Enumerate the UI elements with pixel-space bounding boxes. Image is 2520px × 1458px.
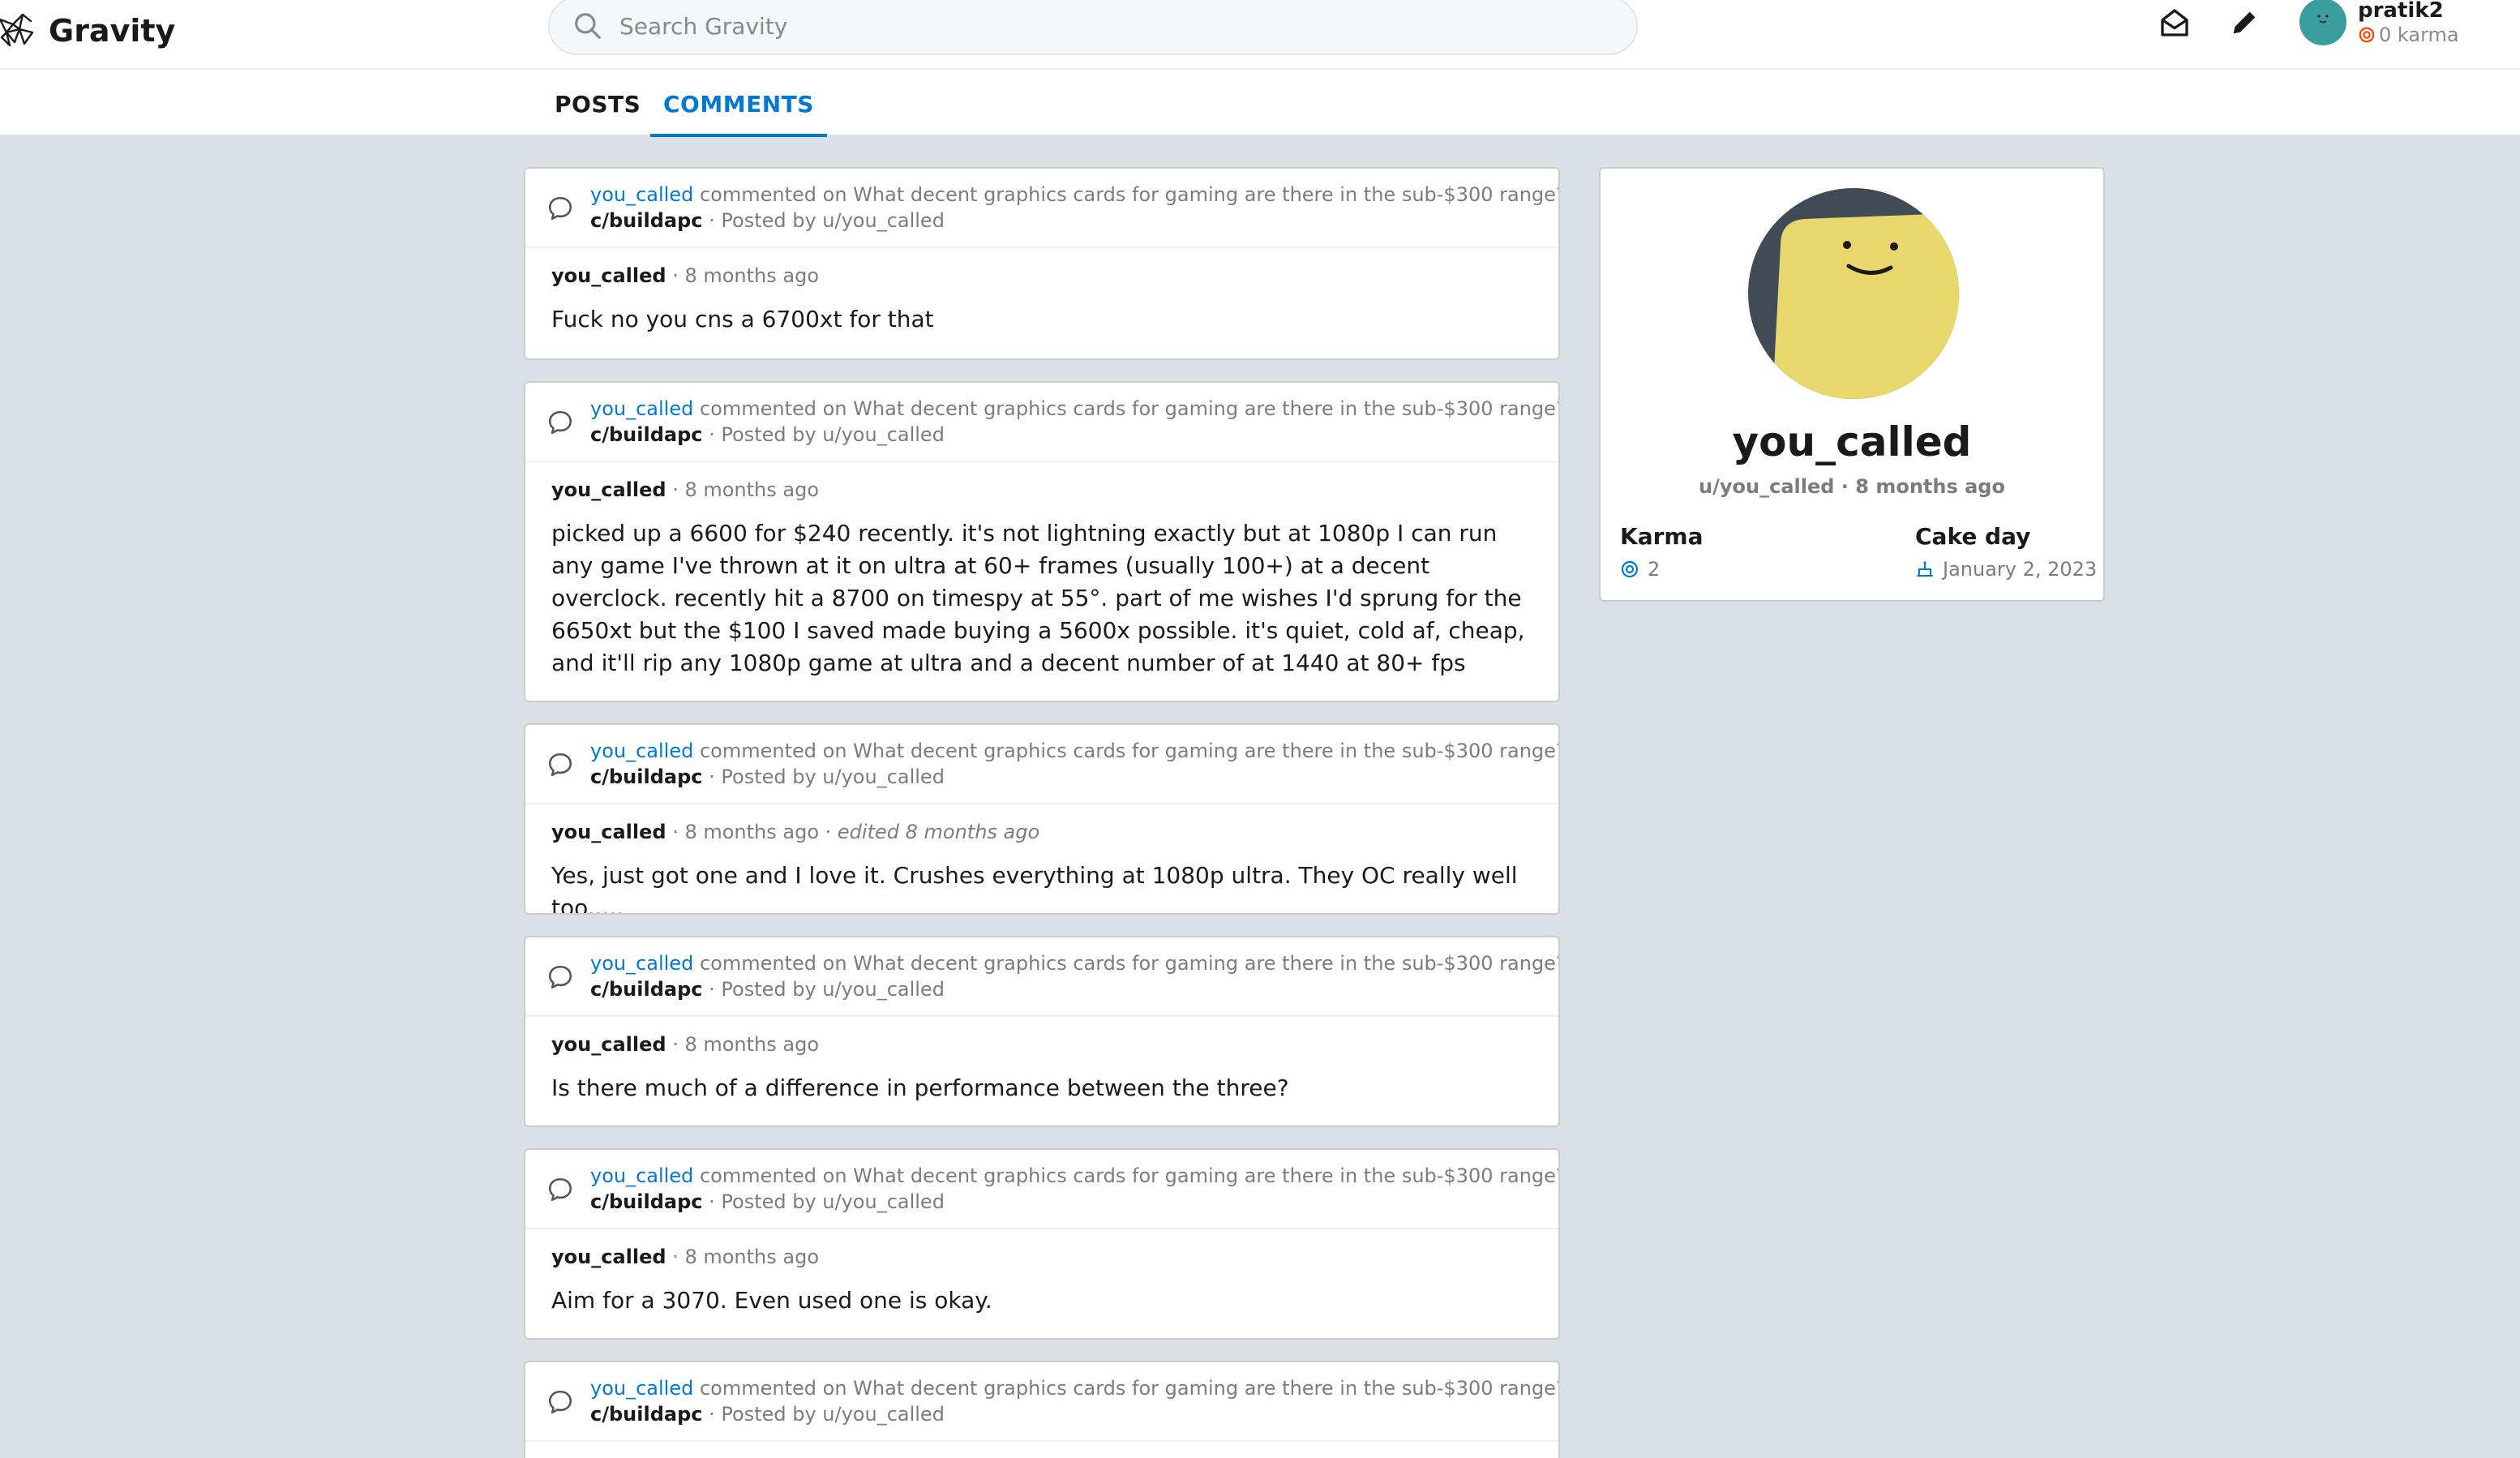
comment-action: commented on (699, 952, 847, 975)
comment-bubble-icon (548, 196, 572, 221)
comment-header: you_called commented on What decent grap… (525, 725, 1558, 804)
cakeday-value: January 2, 2023 (1943, 558, 2098, 581)
karma-label: Karma (1620, 523, 1704, 550)
comment-author-link[interactable]: you_called (590, 952, 693, 975)
karma-stat: Karma 2 (1620, 522, 1703, 584)
comment-header: you_called commented on What decent grap… (525, 169, 1558, 248)
comment-bubble-icon (548, 1390, 572, 1414)
commenter-name[interactable]: you_called (551, 264, 666, 287)
post-title-link[interactable]: What decent graphics cards for gaming ar… (853, 397, 1558, 420)
post-title-link[interactable]: What decent graphics cards for gaming ar… (853, 1377, 1558, 1400)
inbox-icon[interactable] (2158, 6, 2191, 39)
logo[interactable]: Gravity (0, 8, 175, 54)
comment-card[interactable]: you_called commented on What decent grap… (524, 381, 1560, 702)
app-name: Gravity (49, 13, 176, 49)
post-title-link[interactable]: What decent graphics cards for gaming ar… (853, 740, 1558, 762)
comment-time: 8 months ago (684, 478, 820, 501)
profile-handle-line: u/you_called · 8 months ago (1699, 475, 2005, 498)
profile-card: you_called u/you_called · 8 months ago K… (1599, 167, 2105, 602)
community-link[interactable]: c/buildapc (590, 978, 703, 1001)
community-link[interactable]: c/buildapc (590, 1190, 703, 1213)
comment-text: Yes, just got one and I love it. Crushes… (551, 862, 1518, 915)
comment-text: Fuck no you cns a 6700xt for that (551, 306, 934, 332)
posted-by: Posted by u/you_called (721, 765, 945, 788)
avatar (2299, 0, 2346, 45)
comment-action: commented on (699, 1164, 847, 1187)
posted-by: Posted by u/you_called (721, 423, 945, 446)
cakeday-label: Cake day (1915, 523, 2031, 550)
comment-action: commented on (699, 740, 847, 762)
cakeday-stat: Cake day January 2, 2023 (1915, 522, 2097, 584)
tab-comments[interactable]: COMMENTS (650, 86, 827, 137)
cake-icon (1917, 561, 1933, 577)
comment-action: commented on (699, 1377, 847, 1400)
comment-card[interactable]: you_called commented on What decent grap… (524, 723, 1560, 915)
username: pratik2 (2358, 0, 2444, 23)
comment-time: 8 months ago (684, 1033, 820, 1056)
comment-author-link[interactable]: you_called (590, 183, 693, 206)
user-karma-label: 0 karma (2379, 24, 2459, 46)
comment-header: you_called commented on What decent grap… (525, 937, 1558, 1017)
comment-time: 8 months ago (684, 264, 820, 287)
profile-handle: u/you_called (1699, 475, 1835, 498)
comment-author-link[interactable]: you_called (590, 1377, 693, 1400)
comment-author-link[interactable]: you_called (590, 1164, 693, 1187)
karma-icon (1621, 560, 1639, 578)
community-link[interactable]: c/buildapc (590, 1403, 703, 1426)
comment-text: Aim for a 3070. Even used one is okay. (551, 1287, 992, 1314)
commenter-name[interactable]: you_called (551, 1033, 666, 1056)
commenter-name[interactable]: you_called (551, 821, 666, 843)
comment-card[interactable]: you_called commented on What decent grap… (524, 1361, 1560, 1458)
community-link[interactable]: c/buildapc (590, 423, 703, 446)
user-menu[interactable]: pratik2 0 karma (2299, 0, 2459, 47)
post-title-link[interactable]: What decent graphics cards for gaming ar… (853, 183, 1558, 206)
comment-header: you_called commented on What decent grap… (525, 1150, 1558, 1229)
community-link[interactable]: c/buildapc (590, 209, 703, 232)
posted-by: Posted by u/you_called (721, 1403, 945, 1426)
comment-author-link[interactable]: you_called (590, 740, 693, 762)
comment-author-link[interactable]: you_called (590, 397, 693, 420)
gravity-logo-icon (0, 13, 34, 47)
comment-header: you_called commented on What decent grap… (525, 1362, 1558, 1442)
edited-label: edited 8 months ago (837, 821, 1040, 843)
karma-value: 2 (1648, 558, 1661, 581)
pencil-icon[interactable] (2228, 6, 2261, 39)
comment-action: commented on (699, 183, 847, 206)
comment-time: 8 months ago (684, 821, 820, 843)
user-karma: 0 karma (2358, 23, 2459, 47)
comment-card[interactable]: you_called commented on What decent grap… (524, 1148, 1560, 1340)
comment-action: commented on (699, 397, 847, 420)
profile-avatar (1748, 188, 1959, 399)
comment-text: Is there much of a difference in perform… (551, 1074, 1289, 1101)
comment-bubble-icon (548, 965, 572, 989)
post-title-link[interactable]: What decent graphics cards for gaming ar… (853, 952, 1558, 975)
search-input[interactable] (619, 12, 1592, 40)
comment-bubble-icon (548, 1177, 572, 1202)
community-link[interactable]: c/buildapc (590, 765, 703, 788)
post-title-link[interactable]: What decent graphics cards for gaming ar… (853, 1164, 1558, 1187)
karma-icon (2359, 27, 2375, 43)
tab-posts[interactable]: POSTS (542, 86, 654, 134)
comment-bubble-icon (548, 753, 572, 777)
search-icon (575, 13, 601, 39)
posted-by: Posted by u/you_called (721, 209, 945, 232)
avatar-face-icon (2317, 15, 2329, 24)
posted-by: Posted by u/you_called (721, 1190, 945, 1213)
profile-tabs: POSTS COMMENTS (0, 70, 2520, 137)
comment-time: 8 months ago (684, 1246, 820, 1268)
comment-header: you_called commented on What decent grap… (525, 383, 1558, 462)
comment-card[interactable]: you_called commented on What decent grap… (524, 936, 1560, 1127)
top-bar: Gravity pratik2 (0, 0, 2520, 70)
comment-card[interactable]: you_called commented on What decent grap… (524, 167, 1560, 360)
profile-age: 8 months ago (1855, 475, 2005, 498)
search-bar[interactable] (548, 0, 1638, 55)
posted-by: Posted by u/you_called (721, 978, 945, 1001)
commenter-name[interactable]: you_called (551, 478, 666, 501)
comment-bubble-icon (548, 410, 572, 435)
comment-text: picked up a 6600 for $240 recently. it's… (551, 520, 1525, 676)
commenter-name[interactable]: you_called (551, 1246, 666, 1268)
profile-display-name: you_called (1732, 418, 1972, 465)
